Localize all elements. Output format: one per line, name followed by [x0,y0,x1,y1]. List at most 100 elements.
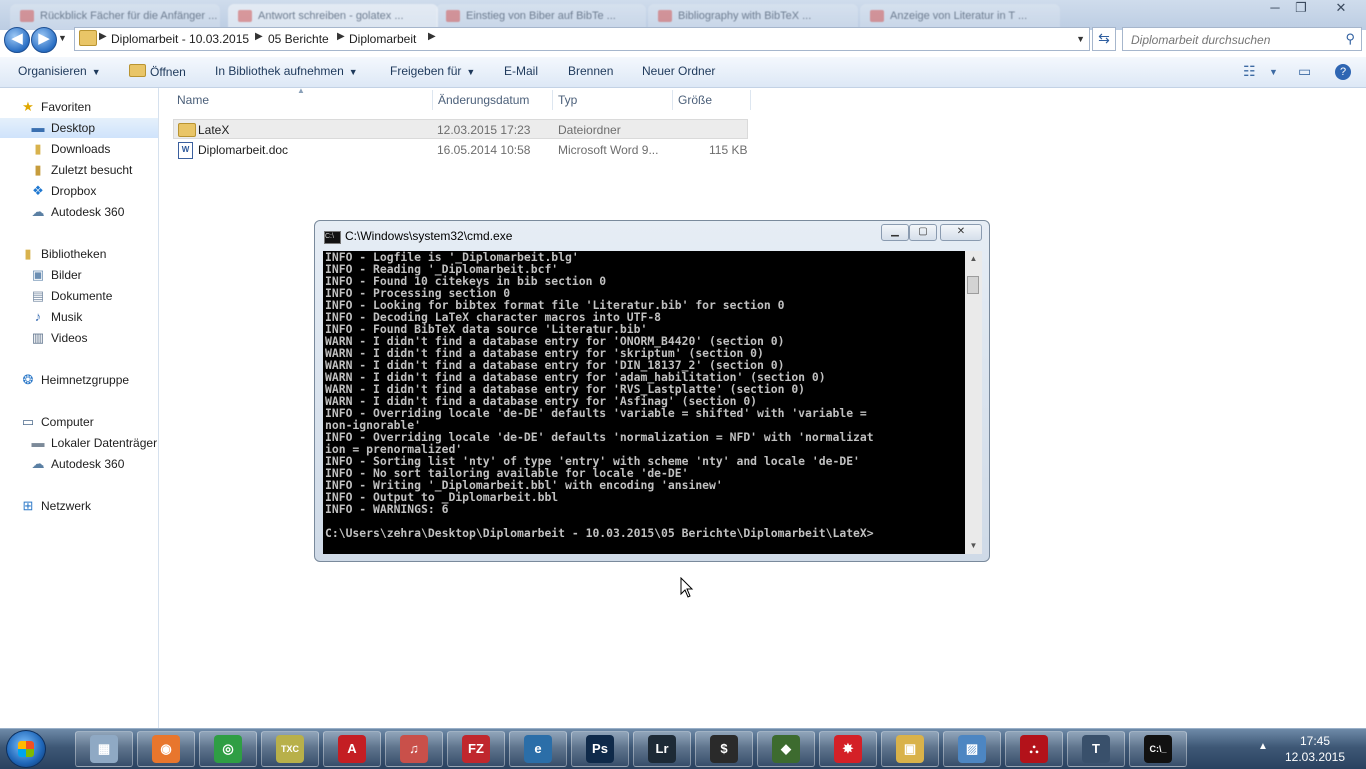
history-dropdown-icon[interactable]: ▼ [58,33,67,43]
chrome-icon: ◎ [214,735,242,763]
nav-dropbox[interactable]: ❖ Dropbox [0,181,158,201]
scroll-up-icon[interactable]: ▲ [965,251,982,267]
tray-expand-icon[interactable]: ▲ [1258,741,1268,752]
share-button[interactable]: Freigeben für ▼ [390,64,475,78]
new-folder-button[interactable]: Neuer Ordner [642,64,715,78]
file-date: 12.03.2015 17:23 [437,123,531,137]
breadcrumb-item[interactable]: 05 Berichte [268,32,329,46]
cmd-minimize-button[interactable]: ▁ [881,224,909,241]
start-button[interactable] [6,730,46,768]
nav-label: Videos [51,331,88,345]
back-button[interactable]: ◀ [4,27,30,53]
taskbar-app-button[interactable]: C:\_ [1129,731,1187,767]
nav-pictures[interactable]: ▣ Bilder [0,265,158,285]
column-divider[interactable] [750,90,751,110]
taskbar-app-button[interactable]: T [1067,731,1125,767]
column-divider[interactable] [672,90,673,110]
taskbar-app-button[interactable]: TXC [261,731,319,767]
open-button[interactable]: Öffnen [129,64,186,79]
chevron-right-icon[interactable]: ▶ [99,31,107,42]
console-output[interactable]: INFO - Logfile is '_Diplomarbeit.blg' IN… [323,251,965,554]
nav-libraries[interactable]: ▮ Bibliotheken [0,244,158,264]
nav-documents[interactable]: ▤ Dokumente [0,286,158,306]
column-header-name[interactable]: Name [177,93,209,107]
recent-places-icon: ▮ [34,162,42,177]
nav-favorites[interactable]: ★ Favoriten [0,97,158,117]
preview-pane-icon[interactable]: ▭ [1298,63,1311,80]
nav-local-disk[interactable]: ▬ Lokaler Datenträger [0,433,158,453]
taskbar-app-button[interactable]: e [509,731,567,767]
nav-videos[interactable]: ▥ Videos [0,328,158,348]
cmd-maximize-button[interactable]: ▢ [909,224,937,241]
open-label: Öffnen [150,65,186,79]
search-icon[interactable]: ⚲ [1345,31,1355,47]
taskbar-app-button[interactable]: Ps [571,731,629,767]
taskbar-app-button[interactable]: ✸ [819,731,877,767]
photos-icon: ▨ [958,735,986,763]
clock[interactable]: 17:45 12.03.2015 [1275,733,1355,765]
taskbar-app-button[interactable]: ⛬ [1005,731,1063,767]
include-library-button[interactable]: In Bibliothek aufnehmen ▼ [215,64,358,78]
taskbar-app-button[interactable]: ◆ [757,731,815,767]
taskbar-app-button[interactable]: A [323,731,381,767]
column-header-size[interactable]: Größe [678,93,712,107]
sort-arrow-icon: ▲ [297,86,305,95]
cmd-close-button[interactable]: ✕ [940,224,982,241]
console-text: INFO - Logfile is '_Diplomarbeit.blg' IN… [325,251,874,540]
taskbar-app-button[interactable]: ◉ [137,731,195,767]
nav-autodesk-360[interactable]: ☁ Autodesk 360 [0,454,158,474]
caret-down-icon[interactable]: ▼ [1269,67,1278,77]
column-divider[interactable] [432,90,433,110]
chevron-right-icon[interactable]: ▶ [255,31,263,42]
nav-autodesk[interactable]: ☁ Autodesk 360 [0,202,158,222]
nav-music[interactable]: ♪ Musik [0,307,158,327]
search-input[interactable] [1129,30,1333,50]
taskbar-app-button[interactable]: $ [695,731,753,767]
taskbar-app-button[interactable]: ♫ [385,731,443,767]
scroll-down-icon[interactable]: ▼ [965,538,982,554]
burn-button[interactable]: Brennen [568,64,613,78]
chevron-right-icon[interactable]: ▶ [337,31,345,42]
chevron-right-icon[interactable]: ▶ [428,31,436,42]
file-date: 16.05.2014 10:58 [437,143,531,157]
nav-downloads[interactable]: ▮ Downloads [0,139,158,159]
file-row[interactable]: LateX 12.03.2015 17:23 Dateiordner [173,119,748,139]
scroll-thumb[interactable] [967,276,979,294]
cmd-window[interactable]: C:\ C:\Windows\system32\cmd.exe ▁ ▢ ✕ IN… [314,220,990,562]
column-divider[interactable] [552,90,553,110]
taskbar-app-button[interactable]: ◎ [199,731,257,767]
refresh-button[interactable]: ⇆ [1092,27,1116,51]
column-header-date[interactable]: Änderungsdatum [438,93,529,107]
taskbar-app-button[interactable]: ▨ [943,731,1001,767]
close-button[interactable]: ✕ [1326,0,1356,18]
desktop-icon: ▬ [31,120,45,135]
taskbar-app-button[interactable]: ▦ [75,731,133,767]
taskbar-app-button[interactable]: FZ [447,731,505,767]
taskbar-app-button[interactable]: ▣ [881,731,939,767]
taskbar-app-button[interactable]: Lr [633,731,691,767]
nav-label: Downloads [51,142,111,156]
file-row[interactable]: W Diplomarbeit.doc 16.05.2014 10:58 Micr… [173,140,748,160]
address-dropdown-icon[interactable]: ▼ [1076,34,1085,44]
nav-network[interactable]: ⊞ Netzwerk [0,496,158,516]
breadcrumb-item[interactable]: Diplomarbeit - 10.03.2015 [111,32,249,46]
help-icon[interactable]: ? [1335,64,1351,80]
address-bar[interactable]: ▶ Diplomarbeit - 10.03.2015 ▶ 05 Bericht… [74,27,1090,51]
view-options-icon[interactable]: ☷ [1243,63,1256,80]
nav-desktop[interactable]: ▬ Desktop [0,118,158,138]
cloud-icon: ☁ [31,456,45,471]
email-button[interactable]: E-Mail [504,64,538,78]
minimize-button[interactable]: ─ [1262,0,1288,18]
nav-label: Desktop [51,121,96,135]
cmd-icon: C:\ [324,231,341,244]
maximize-button[interactable]: ❐ [1288,0,1314,18]
console-scrollbar[interactable]: ▲ ▼ [965,251,982,554]
column-header-type[interactable]: Typ [558,93,577,107]
search-box[interactable]: ⚲ [1122,27,1362,51]
breadcrumb-item[interactable]: Diplomarbeit [349,32,416,46]
nav-recent[interactable]: ▮ Zuletzt besucht [0,160,158,180]
forward-button[interactable]: ▶ [31,27,57,53]
nav-computer[interactable]: ▭ Computer [0,412,158,432]
organize-button[interactable]: Organisieren ▼ [18,64,101,78]
nav-homegroup[interactable]: ❂ Heimnetzgruppe [0,370,158,390]
